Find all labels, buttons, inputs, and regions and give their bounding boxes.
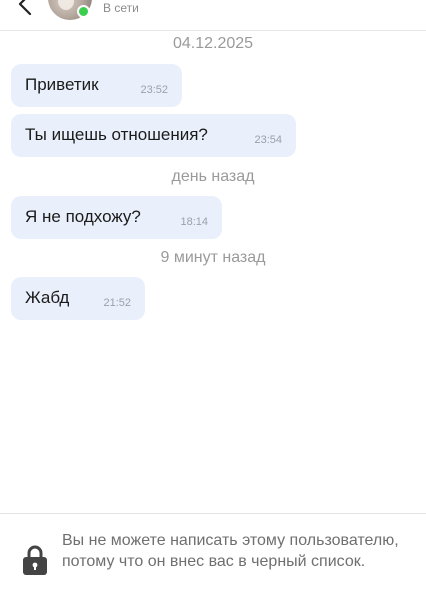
online-indicator [77,5,90,18]
message-bubble[interactable]: Ты ищешь отношения? 23:54 [11,114,296,157]
back-arrow-icon[interactable] [14,0,38,16]
message-bubble[interactable]: Я не подхожу? 18:14 [11,196,222,239]
date-separator: день назад [171,168,255,185]
lock-icon [23,545,47,575]
message-text: Приветик [25,75,99,94]
message-bubble[interactable]: Жабд 21:52 [11,277,145,320]
message-bubble[interactable]: Приветик 23:52 [11,64,182,107]
message-text: Жабд [25,288,70,307]
user-status: В сети [103,1,139,15]
date-separator: 04.12.2025 [172,35,254,52]
more-options-icon[interactable] [384,0,404,6]
blocked-notice-bar: Вы не можете написать этому пользователю… [0,513,426,601]
message-text: Ты ищешь отношения? [25,125,208,144]
message-time: 18:14 [180,216,208,228]
message-text: Я не подхожу? [25,207,141,226]
date-separator: 9 минут назад [160,249,266,266]
message-time: 21:52 [103,297,131,309]
chat-header: В сети [0,0,426,31]
message-time: 23:52 [140,84,168,96]
avatar-photo-detail [58,0,74,10]
blocked-notice-text: Вы не можете написать этому пользователю… [62,532,399,570]
message-time: 23:54 [254,134,282,146]
